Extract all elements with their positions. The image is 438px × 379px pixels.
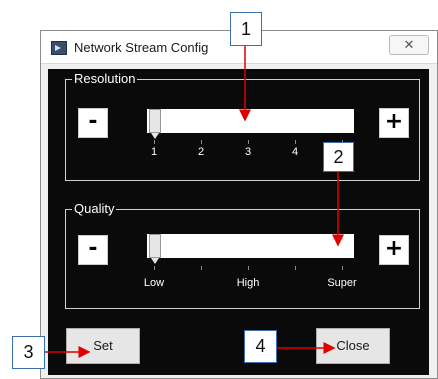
callout-1: 1 [230,12,262,46]
annotation-arrows [45,46,344,358]
callout-2: 2 [323,142,354,172]
callout-3: 3 [12,336,45,369]
callout-4: 4 [244,330,277,363]
